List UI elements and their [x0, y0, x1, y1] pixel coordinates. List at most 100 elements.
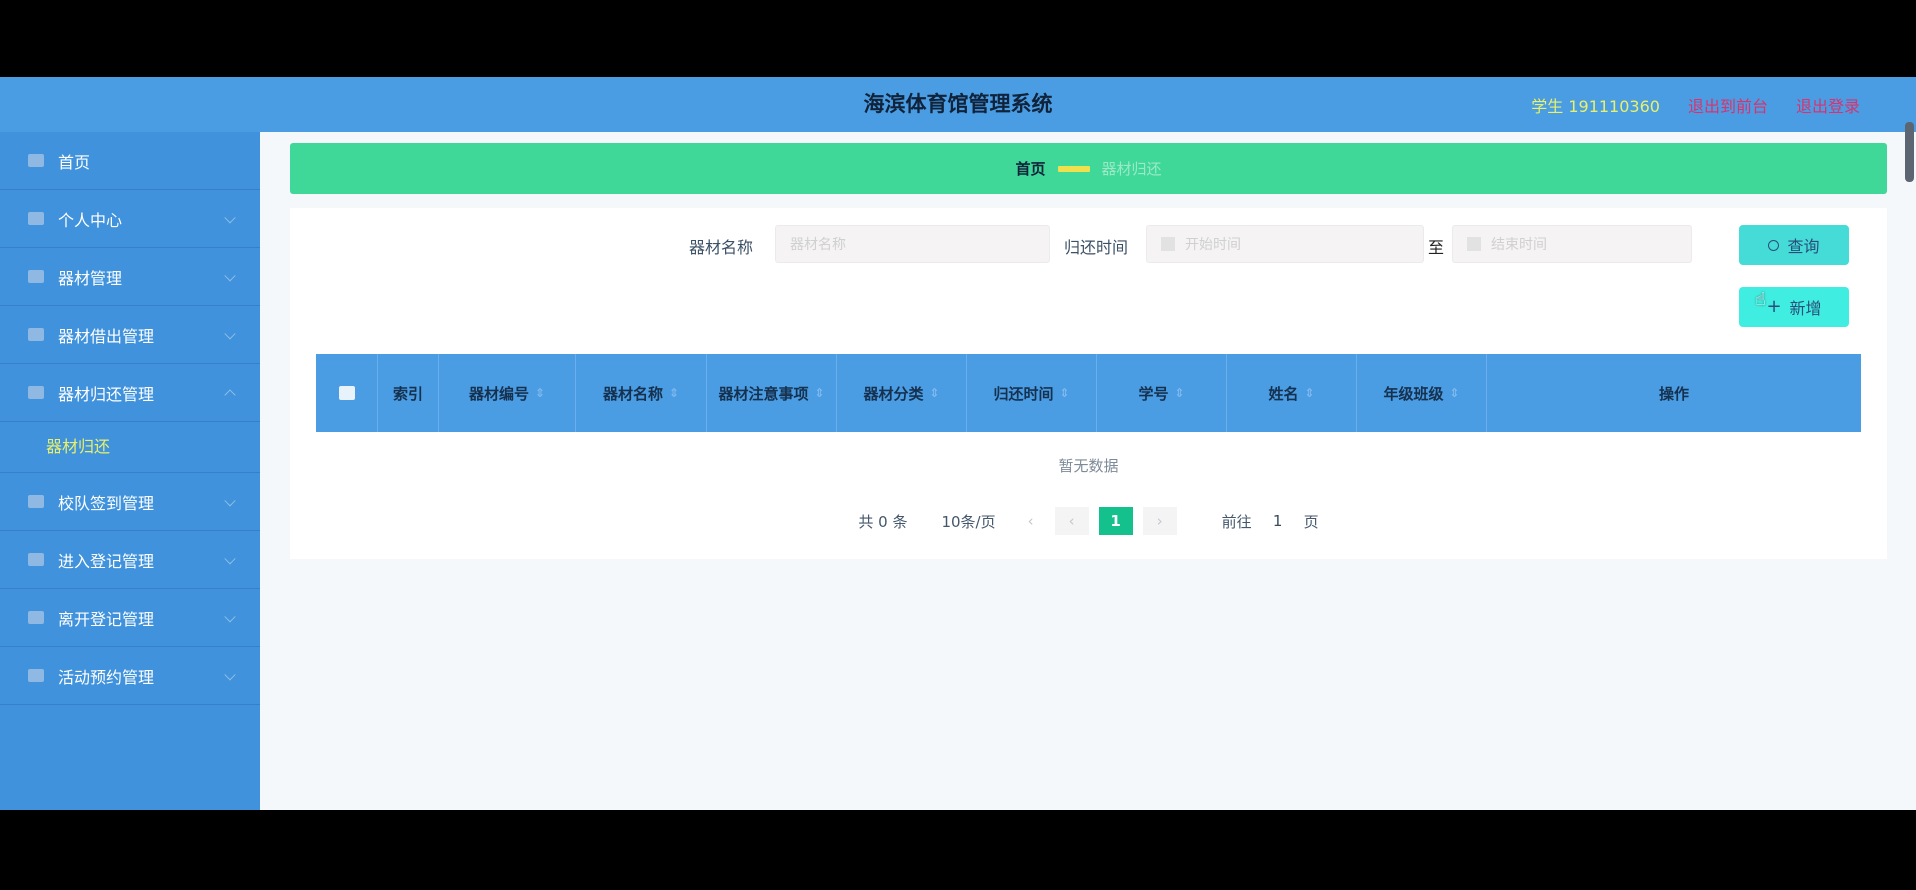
column-label: 学号: [1138, 384, 1169, 403]
calendar-icon: [1161, 237, 1175, 251]
prev-page-button[interactable]: ‹: [1016, 507, 1046, 535]
chevron-down-icon: [224, 552, 236, 564]
plus-icon: +: [1766, 296, 1782, 317]
return-time-label: 归还时间: [1064, 238, 1129, 257]
sidebar-item-personal-center[interactable]: 个人中心: [0, 190, 260, 248]
content-panel: 器材名称 器材名称 归还时间 开始时间 至 结束时间 查询 + 新增 索引 器材…: [290, 208, 1887, 559]
chevron-down-icon: [224, 269, 236, 281]
sidebar-item-entry-registration[interactable]: 进入登记管理: [0, 531, 260, 589]
goto-page-input[interactable]: 1: [1260, 512, 1296, 530]
search-icon: [1768, 239, 1780, 251]
table-header: 索引 器材编号 ⇕ 器材名称 ⇕ 器材注意事项 ⇕ 器材分类 ⇕ 归还时间 ⇕ 学号 ⇕ 姓…: [316, 354, 1861, 432]
goto-label: 前往: [1221, 512, 1252, 531]
top-right-area: 学生 191110360 退出到前台 退出登录: [1531, 77, 1860, 132]
chevron-down-icon: [224, 668, 236, 680]
column-actions: 操作: [1487, 354, 1861, 432]
sidebar-item-label: 进入登记管理: [58, 551, 155, 571]
breadcrumb-separator: [1057, 165, 1090, 172]
column-label: 姓名: [1268, 384, 1299, 403]
pagination-total: 共 0 条: [858, 512, 908, 531]
column-equipment-number[interactable]: 器材编号 ⇕: [439, 354, 576, 432]
sidebar-item-leave-registration[interactable]: 离开登记管理: [0, 589, 260, 647]
breadcrumb: 首页 器材归还: [290, 143, 1887, 194]
sort-icon[interactable]: ⇕: [929, 386, 939, 400]
page-size-select[interactable]: 10条/页: [941, 511, 995, 532]
start-time-input[interactable]: 开始时间: [1146, 225, 1424, 263]
sidebar-item-equipment-return[interactable]: 器材归还管理: [0, 364, 260, 422]
sort-icon[interactable]: ⇕: [814, 386, 824, 400]
current-user: 学生 191110360: [1531, 96, 1660, 116]
sidebar-item-label: 离开登记管理: [58, 609, 155, 629]
equipment-name-placeholder: 器材名称: [790, 237, 846, 253]
column-student-id[interactable]: 学号 ⇕: [1097, 354, 1227, 432]
sort-icon[interactable]: ⇕: [1059, 386, 1069, 400]
column-name[interactable]: 姓名 ⇕: [1227, 354, 1357, 432]
breadcrumb-home[interactable]: 首页: [1015, 158, 1045, 179]
chevron-down-icon: [224, 494, 236, 506]
equipment-name-label: 器材名称: [689, 238, 754, 257]
column-label: 索引: [392, 384, 423, 403]
sort-icon[interactable]: ⇕: [1304, 386, 1314, 400]
column-label: 器材编号: [468, 384, 529, 403]
column-label: 器材分类: [863, 384, 924, 403]
sidebar-item-label: 校队签到管理: [58, 493, 155, 513]
app-window: 海滨体育馆管理系统 学生 191110360 退出到前台 退出登录 首页 个人中…: [0, 77, 1916, 810]
sidebar-item-label: 器材归还管理: [58, 384, 155, 404]
sidebar-item-activity-booking[interactable]: 活动预约管理: [0, 647, 260, 705]
home-icon: [28, 154, 44, 167]
logout-link[interactable]: 退出登录: [1796, 93, 1860, 117]
lend-icon: [28, 328, 44, 341]
start-time-placeholder: 开始时间: [1185, 237, 1241, 253]
search-button[interactable]: 查询: [1739, 225, 1849, 265]
select-all-column: [316, 354, 378, 432]
equipment-icon: [28, 270, 44, 283]
sort-icon[interactable]: ⇕: [535, 386, 545, 400]
sort-icon[interactable]: ⇕: [669, 386, 679, 400]
end-time-placeholder: 结束时间: [1491, 237, 1547, 253]
return-icon: [28, 386, 44, 399]
calendar-icon: [1467, 237, 1481, 251]
sidebar-subitem-equipment-return[interactable]: 器材归还: [0, 422, 260, 473]
folder-icon: [28, 495, 44, 508]
column-label: 器材名称: [602, 384, 663, 403]
chevron-up-icon: [224, 388, 236, 401]
next-page-button[interactable]: ›: [1142, 507, 1177, 535]
equipment-name-input[interactable]: 器材名称: [775, 225, 1050, 263]
column-label: 归还时间: [993, 384, 1054, 403]
exit-to-frontend-link[interactable]: 退出到前台: [1688, 93, 1768, 117]
add-button-label: 新增: [1789, 299, 1822, 318]
calendar-icon: [28, 669, 44, 682]
search-button-label: 查询: [1787, 237, 1820, 256]
page-number-active[interactable]: 1: [1098, 507, 1133, 535]
sidebar-item-equipment[interactable]: 器材管理: [0, 248, 260, 306]
column-index: 索引: [378, 354, 439, 432]
column-label: 器材注意事项: [718, 384, 809, 403]
column-grade-class[interactable]: 年级班级 ⇕: [1357, 354, 1487, 432]
column-equipment-notes[interactable]: 器材注意事项 ⇕: [707, 354, 837, 432]
chevron-down-icon: [224, 610, 236, 622]
empty-state-text: 暂无数据: [1058, 457, 1119, 475]
pointer-cursor-icon: ☝: [1755, 289, 1766, 310]
sidebar-item-equipment-lend[interactable]: 器材借出管理: [0, 306, 260, 364]
sidebar-item-label: 活动预约管理: [58, 667, 155, 687]
top-bar: 海滨体育馆管理系统 学生 191110360 退出到前台 退出登录: [0, 77, 1916, 132]
end-time-input[interactable]: 结束时间: [1452, 225, 1692, 263]
column-label: 操作: [1658, 384, 1689, 403]
sidebar-item-home[interactable]: 首页: [0, 132, 260, 190]
column-equipment-category[interactable]: 器材分类 ⇕: [837, 354, 967, 432]
sidebar-item-team-checkin[interactable]: 校队签到管理: [0, 473, 260, 531]
sort-icon[interactable]: ⇕: [1449, 386, 1459, 400]
column-label: 年级班级: [1383, 384, 1444, 403]
column-equipment-name[interactable]: 器材名称 ⇕: [576, 354, 707, 432]
column-return-time[interactable]: 归还时间 ⇕: [967, 354, 1097, 432]
select-all-checkbox[interactable]: [338, 386, 355, 400]
pagination: 共 0 条 10条/页 ‹ ‹ 1 › 前往 1 页: [290, 506, 1887, 536]
page-prev-placeholder[interactable]: ‹: [1054, 507, 1089, 535]
enter-icon: [28, 553, 44, 566]
vertical-scrollbar[interactable]: [1905, 122, 1914, 182]
sidebar-item-label: 器材借出管理: [58, 326, 155, 346]
sidebar: 首页 个人中心 器材管理 器材借出管理 器材归还管理 器材归还 校队签到管理 进…: [0, 132, 260, 810]
sidebar-item-label: 个人中心: [58, 210, 123, 230]
sort-icon[interactable]: ⇕: [1174, 386, 1184, 400]
sidebar-item-label: 器材管理: [58, 268, 123, 288]
